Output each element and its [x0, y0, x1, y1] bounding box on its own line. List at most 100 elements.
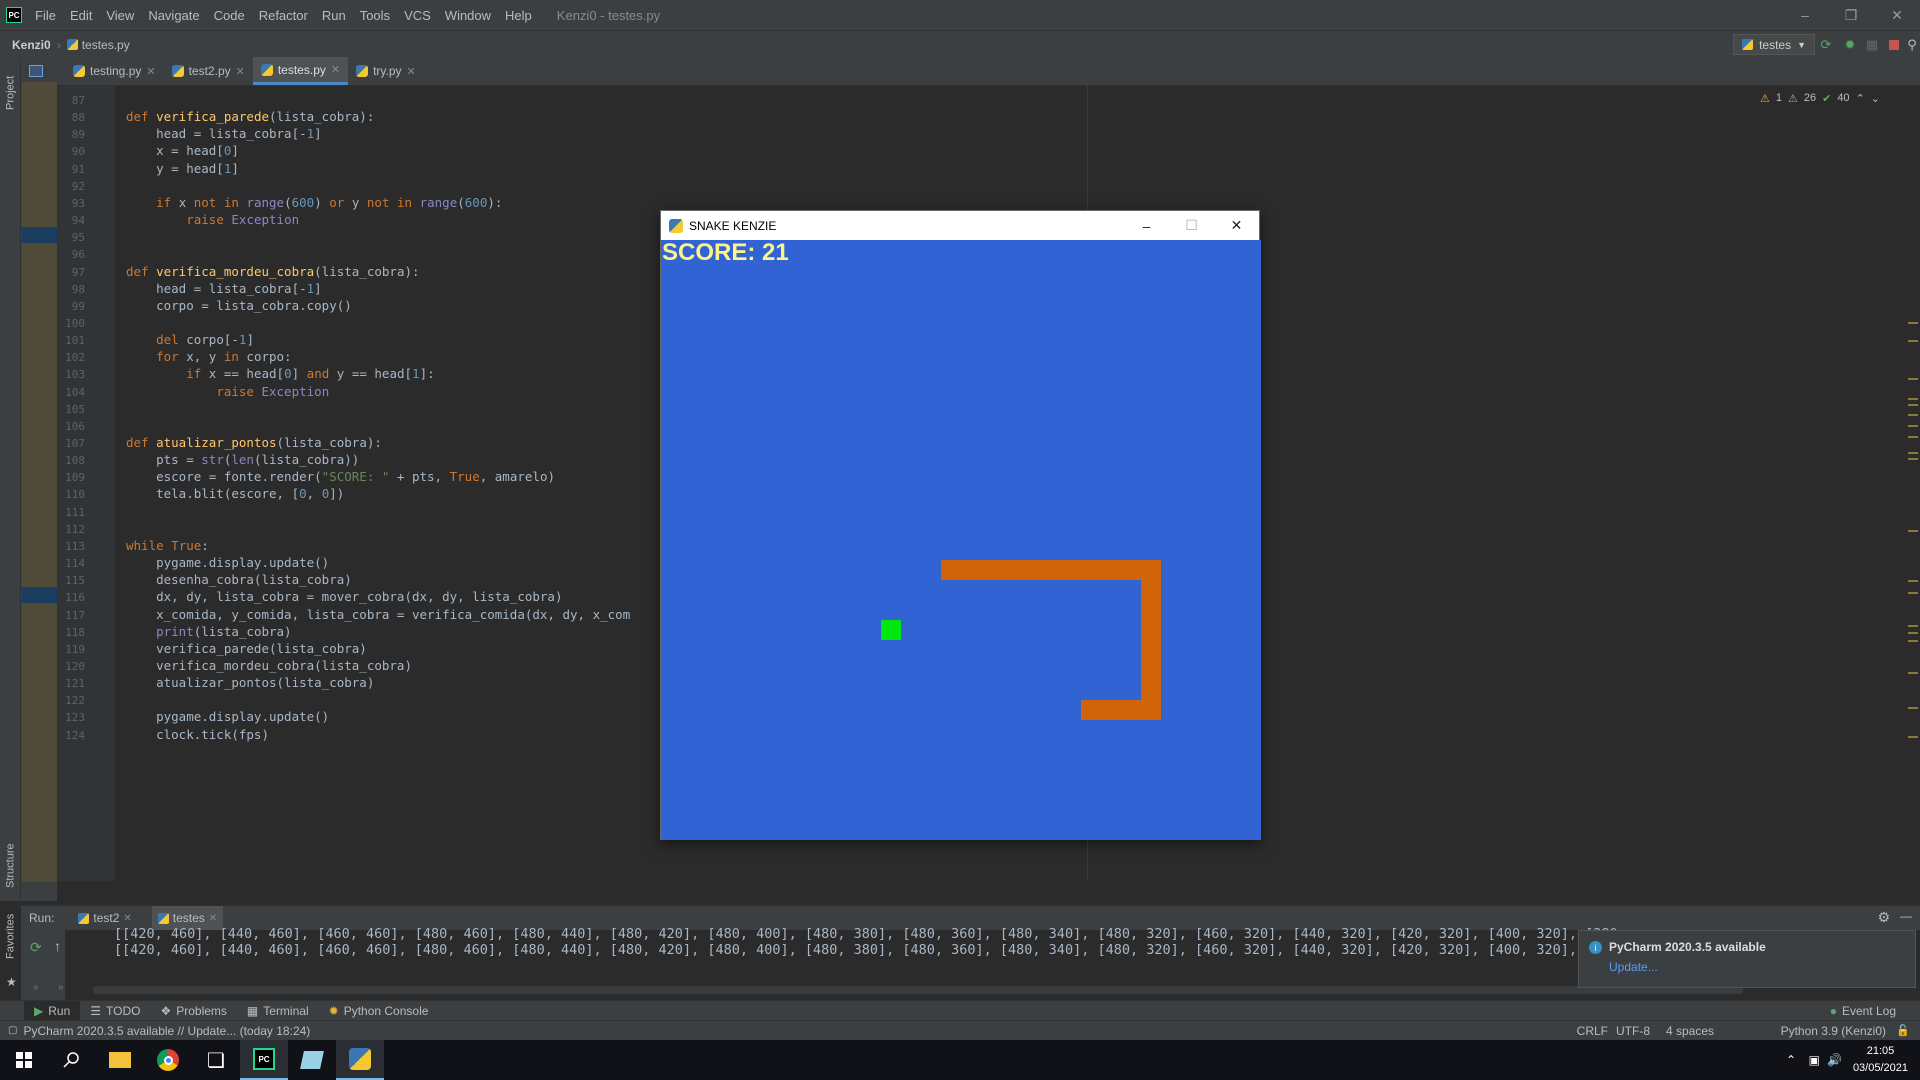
rerun-icon[interactable]: ⟳ — [30, 939, 42, 956]
code-line[interactable]: pygame.display.update() — [126, 555, 329, 570]
indent-setting[interactable]: 4 spaces — [1666, 1024, 1714, 1038]
search-icon[interactable]: ⚲ — [1904, 37, 1920, 53]
code-line[interactable]: escore = fonte.render("SCORE: " + pts, T… — [126, 469, 555, 484]
scroll-marker[interactable] — [1908, 707, 1918, 709]
menu-navigate[interactable]: Navigate — [141, 8, 206, 23]
code-line[interactable]: corpo = lista_cobra.copy() — [126, 298, 352, 313]
scroll-marker[interactable] — [1908, 436, 1918, 438]
menu-view[interactable]: View — [99, 8, 141, 23]
horizontal-scrollbar[interactable] — [93, 986, 1743, 994]
expand-icon[interactable]: » — [33, 982, 39, 993]
menu-tools[interactable]: Tools — [353, 8, 397, 23]
code-line[interactable]: head = lista_cobra[-1] — [126, 126, 322, 141]
scroll-marker[interactable] — [1908, 322, 1918, 324]
taskbar-file-explorer[interactable] — [96, 1040, 144, 1080]
chevron-up-icon[interactable]: ⌃ — [1786, 1053, 1796, 1067]
tab-testing[interactable]: testing.py ✕ — [65, 57, 164, 85]
code-line[interactable]: y = head[1] — [126, 161, 239, 176]
scroll-marker[interactable] — [1908, 340, 1918, 342]
chevron-down-icon[interactable]: ⌄ — [1871, 92, 1880, 105]
close-icon[interactable]: ✕ — [1874, 0, 1920, 30]
favorites-tool-tab[interactable]: Favorites — [1, 905, 20, 967]
scroll-marker[interactable] — [1908, 378, 1918, 380]
code-line[interactable]: def atualizar_pontos(lista_cobra): — [126, 435, 382, 450]
scroll-marker[interactable] — [1908, 530, 1918, 532]
close-tab-icon[interactable]: ✕ — [209, 913, 217, 924]
menu-window[interactable]: Window — [438, 8, 498, 23]
code-line[interactable]: pygame.display.update() — [126, 709, 329, 724]
taskbar-slack[interactable]: ❏ — [192, 1040, 240, 1080]
scroll-marker[interactable] — [1908, 672, 1918, 674]
menu-code[interactable]: Code — [207, 8, 252, 23]
menu-vcs[interactable]: VCS — [397, 8, 438, 23]
interpreter-label[interactable]: Python 3.9 (Kenzi0) — [1781, 1024, 1886, 1038]
chevron-up-icon[interactable]: ⌃ — [1856, 92, 1865, 105]
maximize-icon[interactable]: ☐ — [1169, 211, 1214, 240]
taskbar-python[interactable] — [336, 1040, 384, 1080]
coverage-icon[interactable]: ▦ — [1864, 37, 1880, 53]
code-line[interactable]: desenha_cobra(lista_cobra) — [126, 572, 352, 587]
start-button[interactable] — [0, 1040, 48, 1080]
settings-gear-icon[interactable]: ⚙ — [1877, 909, 1890, 926]
update-link[interactable]: Update... — [1609, 960, 1658, 974]
search-button[interactable] — [48, 1040, 96, 1080]
hide-panel-icon[interactable]: — — [1900, 909, 1912, 923]
code-line[interactable]: if x == head[0] and y == head[1]: — [126, 366, 434, 381]
code-line[interactable]: atualizar_pontos(lista_cobra) — [126, 675, 374, 690]
scroll-marker[interactable] — [1908, 625, 1918, 627]
scroll-marker[interactable] — [1908, 404, 1918, 406]
scroll-marker[interactable] — [1908, 414, 1918, 416]
code-line[interactable]: x = head[0] — [126, 143, 239, 158]
run-tab-test2[interactable]: test2 ✕ — [78, 911, 132, 925]
scroll-marker[interactable] — [1908, 425, 1918, 427]
close-tab-icon[interactable]: ✕ — [407, 65, 416, 78]
scroll-marker[interactable] — [1908, 398, 1918, 400]
code-line[interactable]: del corpo[-1] — [126, 332, 254, 347]
close-tab-icon[interactable]: ✕ — [236, 65, 245, 78]
code-line[interactable]: def verifica_mordeu_cobra(lista_cobra): — [126, 264, 420, 279]
code-line[interactable]: dx, dy, lista_cobra = mover_cobra(dx, dy… — [126, 589, 562, 604]
minimize-icon[interactable]: – — [1124, 211, 1169, 240]
scroll-marker[interactable] — [1908, 452, 1918, 454]
taskbar-chrome[interactable] — [144, 1040, 192, 1080]
tab-test2[interactable]: test2.py ✕ — [164, 57, 253, 85]
code-line[interactable]: if x not in range(600) or y not in range… — [126, 195, 502, 210]
status-message[interactable]: PyCharm 2020.3.5 available // Update... … — [23, 1024, 310, 1038]
code-line[interactable]: pts = str(len(lista_cobra)) — [126, 452, 359, 467]
breadcrumb-project[interactable]: Kenzi0 — [12, 38, 51, 52]
tool-tab-todo[interactable]: ☰ TODO — [80, 1001, 150, 1021]
menu-run[interactable]: Run — [315, 8, 353, 23]
close-tab-icon[interactable]: ✕ — [123, 913, 131, 924]
menu-refactor[interactable]: Refactor — [252, 8, 315, 23]
snake-game-window[interactable]: SNAKE KENZIE – ☐ ✕ SCORE: 21 — [660, 210, 1261, 840]
close-tab-icon[interactable]: ✕ — [331, 63, 340, 76]
project-view-icon[interactable] — [29, 65, 43, 77]
scroll-marker[interactable] — [1908, 592, 1918, 594]
restore-icon[interactable]: ❐ — [1828, 0, 1874, 30]
menu-file[interactable]: File — [28, 8, 63, 23]
scroll-up-icon[interactable]: ↑ — [54, 938, 61, 954]
close-tab-icon[interactable]: ✕ — [146, 65, 155, 78]
code-line[interactable]: tela.blit(escore, [0, 0]) — [126, 486, 344, 501]
minimize-icon[interactable]: – — [1782, 0, 1828, 30]
tool-tab-python-console[interactable]: ✹ Python Console — [319, 1001, 439, 1021]
file-encoding[interactable]: UTF-8 — [1616, 1024, 1650, 1038]
status-toggle-icon[interactable]: ▢ — [8, 1025, 17, 1036]
taskbar-pycharm[interactable]: PC — [240, 1040, 288, 1080]
menu-help[interactable]: Help — [498, 8, 539, 23]
scroll-marker[interactable] — [1908, 458, 1918, 460]
close-icon[interactable]: ✕ — [1214, 211, 1259, 240]
star-icon[interactable]: ★ — [6, 975, 17, 989]
taskbar-app[interactable] — [288, 1040, 336, 1080]
menu-edit[interactable]: Edit — [63, 8, 99, 23]
scroll-marker[interactable] — [1908, 640, 1918, 642]
game-canvas[interactable]: SCORE: 21 — [661, 240, 1261, 840]
code-line[interactable]: print(lista_cobra) — [126, 624, 291, 639]
structure-tool-tab[interactable]: Structure — [1, 835, 20, 897]
code-line[interactable]: raise Exception — [126, 384, 329, 399]
code-line[interactable]: for x, y in corpo: — [126, 349, 291, 364]
tool-tab-run[interactable]: ▶ Run — [24, 1000, 81, 1021]
run-config-dropdown[interactable]: testes ▼ — [1733, 34, 1815, 55]
network-icon[interactable]: ▣ — [1809, 1053, 1820, 1067]
code-line[interactable]: while True: — [126, 538, 209, 553]
